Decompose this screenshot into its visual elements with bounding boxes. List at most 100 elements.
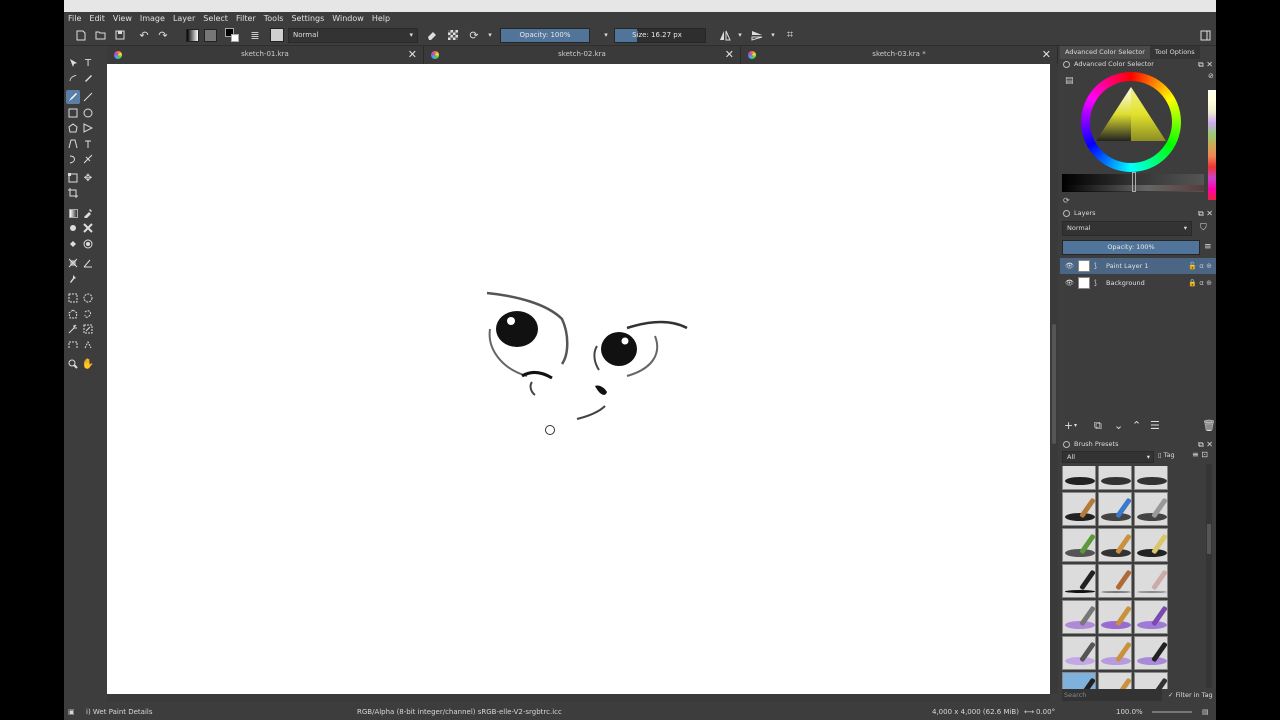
transform-tool-icon[interactable]: [66, 171, 80, 185]
float-close-icon[interactable]: ⧉ ✕: [1198, 208, 1213, 219]
freehand-brush-icon[interactable]: [66, 90, 80, 104]
redo-icon[interactable]: ↷: [156, 27, 170, 43]
brush-scroll-thumb[interactable]: [1207, 524, 1211, 554]
brush-preset[interactable]: [1062, 466, 1096, 490]
fg-bg-color-icon[interactable]: [224, 27, 240, 43]
tab-sketch-03[interactable]: sketch-03.kra * ✕: [741, 46, 1058, 64]
menu-filter[interactable]: Filter: [236, 14, 256, 23]
layer-properties-icon[interactable]: ☰: [1150, 419, 1160, 432]
pattern-preset-icon[interactable]: [202, 27, 218, 43]
brush-preset[interactable]: [1134, 636, 1168, 670]
chevron-down-icon[interactable]: ▾: [769, 27, 777, 43]
gradient-preset-icon[interactable]: [184, 27, 200, 43]
brush-preset[interactable]: [1098, 466, 1132, 490]
menu-view[interactable]: View: [113, 14, 132, 23]
layer-name[interactable]: Background: [1106, 275, 1145, 291]
menu-edit[interactable]: Edit: [89, 14, 105, 23]
fill-tool-icon[interactable]: [66, 237, 80, 251]
multibrush-icon[interactable]: [81, 152, 95, 166]
brush-preset[interactable]: [1134, 528, 1168, 562]
magnetic-select-icon[interactable]: [81, 338, 95, 352]
menu-image[interactable]: Image: [140, 14, 165, 23]
zoom-tool-icon[interactable]: [66, 357, 80, 371]
brush-preset[interactable]: [1098, 600, 1132, 634]
bezier-tool-icon[interactable]: [66, 137, 80, 151]
chevron-down-icon[interactable]: ▾: [602, 27, 610, 43]
float-close-icon[interactable]: ⧉ ✕: [1198, 439, 1213, 450]
new-document-icon[interactable]: [74, 27, 88, 43]
open-document-icon[interactable]: [93, 27, 107, 43]
brush-preset[interactable]: [1098, 672, 1132, 689]
brush-preset[interactable]: [1062, 528, 1096, 562]
polygon-select-icon[interactable]: [66, 307, 80, 321]
vertical-scrollbar[interactable]: [1050, 64, 1058, 694]
polyline-tool-icon[interactable]: [81, 121, 95, 135]
brush-preset[interactable]: [1062, 600, 1096, 634]
layer-opacity-slider[interactable]: Opacity: 100%: [1062, 240, 1200, 255]
lock-icon[interactable]: 🔒 α ⊕: [1188, 275, 1212, 291]
layer-row[interactable]: 👁 ⟆ Background 🔒 α ⊕: [1060, 275, 1216, 291]
filter-icon[interactable]: ⛉: [1200, 223, 1207, 233]
rectangle-tool-icon[interactable]: [66, 106, 80, 120]
close-icon[interactable]: ✕: [1042, 49, 1051, 60]
similar-select-icon[interactable]: [81, 322, 95, 336]
brush-preset[interactable]: [1134, 672, 1168, 689]
rect-select-icon[interactable]: [66, 291, 80, 305]
brush-search-input[interactable]: Search: [1062, 689, 1162, 701]
freehand-path-icon[interactable]: [81, 137, 95, 151]
tab-sketch-01[interactable]: sketch-01.kra ✕: [107, 46, 424, 64]
hue-wheel[interactable]: [1081, 72, 1181, 172]
gradient-tool-icon[interactable]: [66, 206, 80, 220]
smart-patch-icon[interactable]: [81, 221, 95, 235]
eraser-icon[interactable]: [424, 27, 438, 43]
visibility-icon[interactable]: 👁: [1065, 258, 1074, 274]
color-picker-icon[interactable]: [81, 206, 95, 220]
preserve-alpha-icon[interactable]: [446, 27, 460, 43]
freehand-select-icon[interactable]: [81, 307, 95, 321]
brush-preset[interactable]: [1134, 600, 1168, 634]
tab-tool-options[interactable]: Tool Options: [1149, 46, 1200, 59]
menu-window[interactable]: Window: [332, 14, 364, 23]
bezier-select-icon[interactable]: [66, 338, 80, 352]
save-icon[interactable]: [113, 27, 127, 43]
tab-sketch-02[interactable]: sketch-02.kra ✕: [424, 46, 741, 64]
add-layer-icon[interactable]: +: [1064, 419, 1073, 432]
brush-preset-selected[interactable]: [1062, 672, 1096, 689]
line-tool-icon[interactable]: [81, 90, 95, 104]
dynamic-brush-icon[interactable]: [66, 152, 80, 166]
select-shapes-icon[interactable]: [66, 56, 80, 70]
ellipse-select-icon[interactable]: [81, 291, 95, 305]
move-tool-icon[interactable]: ✥: [81, 171, 95, 185]
statusbar-menu-icon[interactable]: ▤: [1202, 704, 1209, 720]
drawing-canvas[interactable]: [107, 64, 1050, 694]
filter-in-tag-checkbox[interactable]: ✓ Filter in Tag: [1168, 689, 1213, 701]
brush-preset[interactable]: [1098, 636, 1132, 670]
edit-shapes-icon[interactable]: [66, 71, 80, 85]
chevron-down-icon[interactable]: ▾: [1074, 422, 1077, 429]
delete-layer-icon[interactable]: 🗑: [1202, 419, 1216, 432]
blend-mode-select[interactable]: Normal ▾: [288, 28, 418, 43]
color-history-strip[interactable]: [1208, 90, 1216, 200]
clear-history-icon[interactable]: ⊘: [1208, 72, 1216, 80]
saturation-triangle[interactable]: [1090, 81, 1172, 163]
brush-preset-icon[interactable]: [269, 27, 285, 43]
brush-preset[interactable]: [1062, 636, 1096, 670]
shade-marker[interactable]: [1132, 172, 1136, 192]
tag-button[interactable]: ▯ Tag: [1158, 451, 1175, 459]
layer-flags-icon[interactable]: 🔓 α ⊕: [1188, 258, 1212, 274]
horizontal-scrollbar[interactable]: [107, 694, 1050, 702]
move-up-icon[interactable]: ⌃: [1132, 419, 1141, 432]
enclose-fill-icon[interactable]: [81, 237, 95, 251]
brush-preset[interactable]: [1098, 528, 1132, 562]
pan-tool-icon[interactable]: ✋: [81, 357, 95, 371]
polygon-tool-icon[interactable]: [66, 121, 80, 135]
brush-preset[interactable]: [1098, 492, 1132, 526]
layer-name[interactable]: Paint Layer 1: [1106, 258, 1148, 274]
selector-settings-icon[interactable]: ▤: [1065, 76, 1074, 86]
move-down-icon[interactable]: ⌄: [1114, 419, 1123, 432]
refresh-icon[interactable]: ⟳: [1063, 196, 1070, 205]
brush-size-slider[interactable]: Size: 16.27 px: [614, 28, 706, 43]
chevron-down-icon[interactable]: ▾: [486, 27, 494, 43]
menu-settings[interactable]: Settings: [291, 14, 324, 23]
visibility-icon[interactable]: 👁: [1065, 275, 1074, 291]
